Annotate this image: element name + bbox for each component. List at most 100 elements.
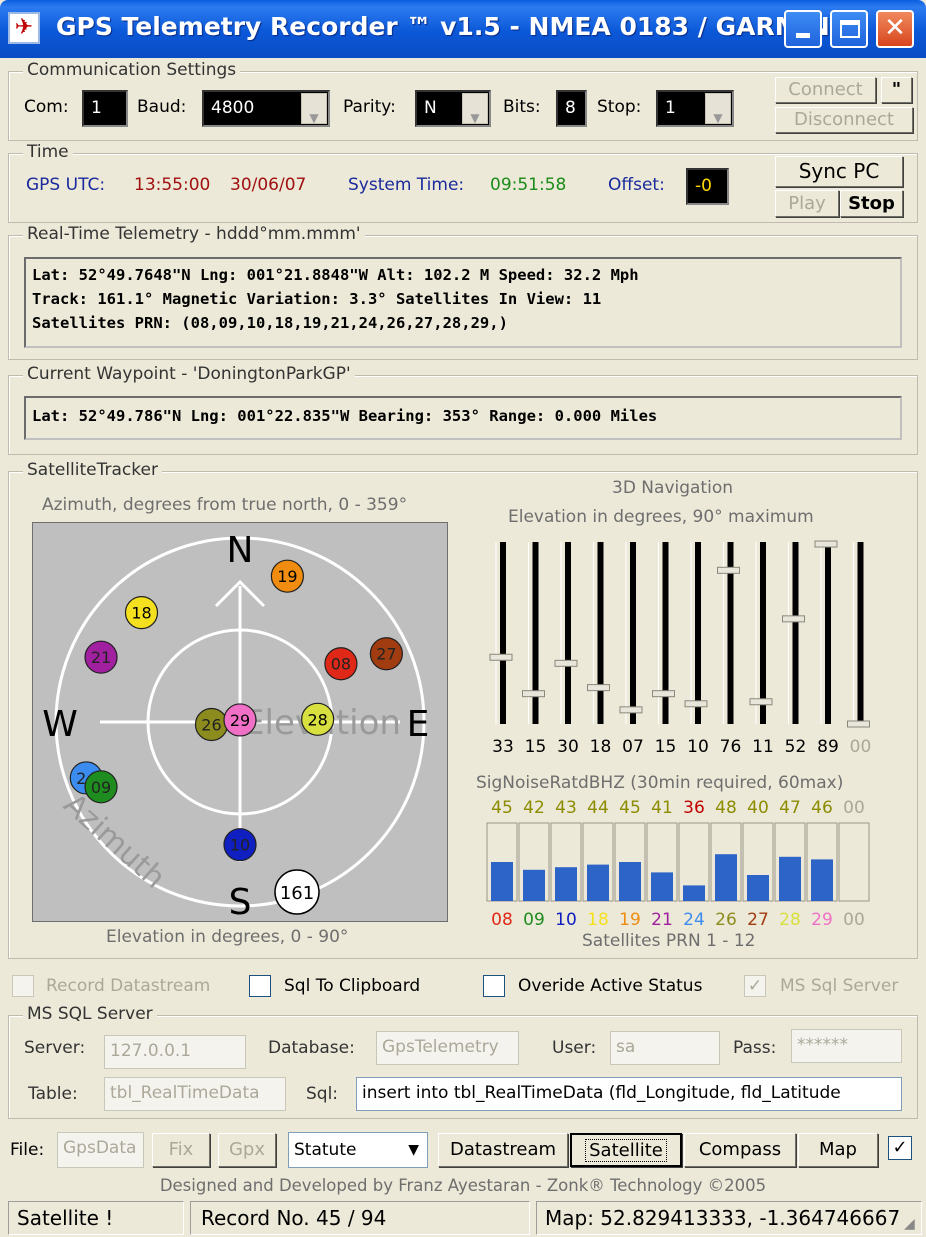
elevation-thumb-4 bbox=[619, 706, 643, 714]
disconnect-button[interactable]: Disconnect bbox=[775, 107, 913, 133]
play-button[interactable]: Play bbox=[775, 190, 839, 217]
elevation-bars: 33 15 30 18 07 15 10 76 11 52 89 00 bbox=[489, 540, 871, 757]
map-button[interactable]: Map bbox=[798, 1133, 878, 1167]
pass-label: Pass: bbox=[733, 1038, 777, 1058]
gps-utc-date: 30/06/07 bbox=[230, 175, 307, 195]
snr-bar-6 bbox=[683, 885, 705, 901]
gpx-button[interactable]: Gpx bbox=[218, 1133, 276, 1167]
override-active-status-label: Overide Active Status bbox=[518, 976, 703, 996]
elevation-value-2: 30 bbox=[557, 737, 579, 757]
bits-input[interactable]: 8 bbox=[556, 90, 587, 127]
offset-input[interactable]: -0 bbox=[686, 168, 729, 205]
stop-select[interactable]: 1 bbox=[656, 90, 734, 127]
elevation-thumb-6 bbox=[684, 700, 708, 708]
status-mode: Satellite ! bbox=[8, 1201, 184, 1235]
user-input[interactable]: sa bbox=[610, 1031, 720, 1065]
quote-button[interactable]: " bbox=[881, 77, 912, 103]
elevation-thumb-8 bbox=[749, 698, 773, 706]
snr-bar-3 bbox=[587, 864, 609, 901]
minimize-button[interactable] bbox=[784, 10, 822, 48]
elevation-track-9 bbox=[792, 542, 799, 724]
datastream-button[interactable]: Datastream bbox=[438, 1133, 568, 1167]
baud-dropdown-icon[interactable] bbox=[301, 93, 327, 124]
elevation-value-4: 07 bbox=[622, 737, 644, 757]
title-bar[interactable]: ✈ GPS Telemetry Recorder ™ v1.5 - NMEA 0… bbox=[0, 0, 926, 58]
pass-input[interactable]: ****** bbox=[791, 1029, 902, 1063]
fix-button[interactable]: Fix bbox=[152, 1133, 210, 1167]
sql-to-clipboard-checkbox[interactable] bbox=[249, 975, 271, 997]
sky-plot[interactable]: N S E W Elevation Azimuth 19180827212629… bbox=[32, 522, 448, 922]
ms-sql-server-checkbox[interactable]: ✓ bbox=[744, 975, 766, 997]
track-heading-label: 161 bbox=[280, 883, 314, 904]
snr-value-3: 44 bbox=[587, 798, 609, 818]
parity-select[interactable]: N bbox=[415, 90, 491, 127]
resize-grip-icon[interactable]: ◢ bbox=[904, 1216, 915, 1232]
elevation-thumb-10 bbox=[814, 540, 838, 548]
elevation-thumb-5 bbox=[652, 690, 675, 698]
satellite-label-29: 29 bbox=[230, 711, 250, 730]
snr-bar-7 bbox=[715, 854, 737, 901]
snr-title: SigNoiseRatdBHZ (30min required, 60max) bbox=[476, 773, 844, 793]
elevation-track-4 bbox=[630, 542, 636, 724]
bits-label: Bits: bbox=[503, 97, 541, 117]
elevation-value-7: 76 bbox=[720, 737, 742, 757]
table-label: Table: bbox=[28, 1084, 78, 1104]
communication-settings-legend: Communication Settings bbox=[23, 60, 241, 80]
compass-e: E bbox=[407, 704, 430, 745]
satellite-label-09: 09 bbox=[91, 778, 111, 797]
elevation-track-6 bbox=[695, 542, 701, 724]
parity-label: Parity: bbox=[343, 97, 396, 117]
prn-label-0: 08 bbox=[491, 910, 513, 930]
connect-button[interactable]: Connect bbox=[775, 77, 876, 103]
prn-label-10: 29 bbox=[811, 910, 833, 930]
compass-n: N bbox=[227, 530, 254, 571]
snr-value-9: 47 bbox=[779, 798, 801, 818]
sync-pc-button[interactable]: Sync PC bbox=[775, 156, 903, 187]
nav-title: 3D Navigation bbox=[612, 478, 734, 498]
com-port-input[interactable]: 1 bbox=[82, 90, 128, 127]
baud-select[interactable]: 4800 bbox=[202, 90, 330, 127]
snr-bar-0 bbox=[491, 862, 513, 901]
parity-dropdown-icon[interactable] bbox=[462, 93, 488, 124]
stop-dropdown-icon[interactable] bbox=[705, 93, 731, 124]
prn-label-3: 18 bbox=[587, 910, 609, 930]
sql-label: Sql: bbox=[306, 1084, 339, 1104]
window-title: GPS Telemetry Recorder ™ v1.5 - NMEA 018… bbox=[56, 12, 830, 41]
satellite-button[interactable]: Satellite bbox=[570, 1133, 682, 1167]
override-active-status-checkbox[interactable] bbox=[483, 975, 505, 997]
elevation-value-1: 15 bbox=[525, 737, 547, 757]
prn-label-2: 10 bbox=[555, 910, 577, 930]
baud-label: Baud: bbox=[137, 97, 187, 117]
close-button[interactable]: ✕ bbox=[876, 10, 914, 48]
units-select[interactable]: Statute ▼ bbox=[288, 1132, 428, 1168]
minimize-icon bbox=[796, 33, 810, 38]
stop-value: 1 bbox=[665, 98, 676, 118]
waypoint-legend: Current Waypoint - 'DoningtonParkGP' bbox=[23, 364, 355, 384]
telemetry-line-3: Satellites PRN: (08,09,10,18,19,21,24,26… bbox=[32, 314, 508, 332]
maximize-button[interactable] bbox=[830, 10, 868, 48]
database-input[interactable]: GpsTelemetry bbox=[376, 1031, 519, 1065]
snr-value-6: 36 bbox=[683, 798, 705, 818]
prn-label-1: 09 bbox=[523, 910, 545, 930]
table-input[interactable]: tbl_RealTimeData bbox=[104, 1077, 286, 1111]
prn-label-8: 27 bbox=[747, 910, 769, 930]
sql-statement-input[interactable]: insert into tbl_RealTimeData (fld_Longit… bbox=[356, 1077, 902, 1111]
file-input[interactable]: GpsData bbox=[57, 1132, 144, 1168]
toolbar-checkmark-icon: ✓ bbox=[892, 1137, 908, 1158]
ms-sql-checkmark-icon: ✓ bbox=[747, 976, 763, 996]
elevation-thumb-7 bbox=[717, 566, 740, 574]
satellite-label-26: 26 bbox=[201, 715, 221, 734]
record-datastream-checkbox[interactable] bbox=[12, 975, 34, 997]
prn-caption: Satellites PRN 1 - 12 bbox=[582, 931, 756, 951]
server-input[interactable]: 127.0.0.1 bbox=[104, 1035, 246, 1069]
elevation-value-9: 52 bbox=[785, 737, 807, 757]
toolbar-checkbox[interactable]: ✓ bbox=[888, 1136, 912, 1160]
app-icon[interactable]: ✈ bbox=[8, 12, 40, 44]
file-label: File: bbox=[10, 1140, 45, 1160]
compass-s: S bbox=[229, 882, 252, 922]
satellite-label-21: 21 bbox=[91, 648, 111, 667]
snr-bar-1 bbox=[523, 869, 545, 901]
compass-button[interactable]: Compass bbox=[684, 1133, 796, 1167]
units-dropdown-icon[interactable]: ▼ bbox=[408, 1133, 419, 1167]
stop-button[interactable]: Stop bbox=[840, 190, 903, 217]
